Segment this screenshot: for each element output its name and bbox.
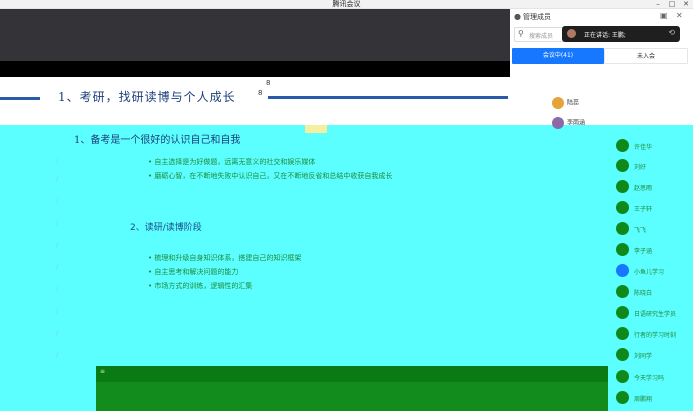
member-search-input[interactable]: ⚲ 搜索成员 xyxy=(514,27,564,42)
speaking-indicator: 正在讲话: 王鹏; ⟲ xyxy=(562,26,680,42)
margin-mark: / xyxy=(56,329,59,337)
margin-mark: / xyxy=(56,351,59,359)
member-name: 今天学习吗 xyxy=(634,375,665,382)
panel-header: ● 管理成员 ▣ ✕ xyxy=(510,9,693,23)
slide-bottom-banner: ≡ xyxy=(96,366,608,411)
member-row[interactable]: 陆蕊 xyxy=(552,97,579,109)
member-name: 陆蕊 xyxy=(567,99,580,107)
shared-screen-gap xyxy=(0,61,510,77)
search-icon: ⚲ xyxy=(518,29,524,38)
window-title: 腾讯会议 xyxy=(332,0,361,8)
avatar xyxy=(616,264,629,277)
avatar xyxy=(616,306,629,319)
member-name: 陈晓白 xyxy=(634,290,653,297)
search-placeholder: 搜索成员 xyxy=(529,33,554,40)
close-button[interactable]: ✕ xyxy=(679,0,693,9)
minimize-button[interactable]: – xyxy=(651,0,665,9)
margin-mark: / xyxy=(56,219,59,227)
bullet-item: • 自主思考和解决问题的能力 xyxy=(148,268,239,276)
member-name: 王子轩 xyxy=(634,206,653,213)
bullet-item: • 磨砺心智，在不断地失败中认识自己，又在不断地反省和总结中收获自我成长 xyxy=(148,172,393,180)
tab-not-joined[interactable]: 未入会 xyxy=(604,48,688,64)
margin-mark: / xyxy=(56,197,59,205)
avatar xyxy=(616,159,629,172)
avatar xyxy=(616,201,629,214)
avatar xyxy=(552,117,564,129)
close-panel-icon[interactable]: ✕ xyxy=(676,11,683,20)
member-name: 飞飞 xyxy=(634,227,647,234)
member-name: 刘好 xyxy=(634,164,647,171)
member-name: 日语研究生学员 xyxy=(634,311,677,318)
avatar xyxy=(616,370,629,383)
member-name: 行者的学习时刻 xyxy=(634,332,677,339)
margin-mark: / xyxy=(56,263,59,271)
popout-icon[interactable]: ▣ xyxy=(660,11,668,20)
avatar xyxy=(616,180,629,193)
avatar xyxy=(616,327,629,340)
highlight-tag xyxy=(305,125,327,133)
slide-title-rule-left xyxy=(0,97,40,100)
avatar xyxy=(616,348,629,361)
member-name: 周鹏翔 xyxy=(634,396,653,403)
member-name: 赵思雨 xyxy=(634,185,653,192)
slide-title-mark: 8 xyxy=(266,79,271,87)
speaking-text: 正在讲话: 王鹏; xyxy=(584,32,626,39)
panel-title: 管理成员 xyxy=(523,13,551,21)
avatar xyxy=(616,222,629,235)
slide-title-rule-right xyxy=(268,96,508,99)
margin-mark: / xyxy=(56,307,59,315)
maximize-button[interactable]: □ xyxy=(665,0,679,9)
avatar xyxy=(616,391,629,404)
avatar xyxy=(616,243,629,256)
margin-mark: / xyxy=(56,157,59,165)
title-bar: 腾讯会议 – □ ✕ xyxy=(0,0,693,9)
banner-strip xyxy=(96,366,608,382)
shared-screen-dark-area xyxy=(0,9,510,61)
margin-mark: / xyxy=(56,175,59,183)
slide-subtitle: 1、备考是一个很好的认识自己和自我 xyxy=(74,135,241,146)
avatar xyxy=(616,285,629,298)
member-name: 刘同学 xyxy=(634,353,653,360)
margin-mark: / xyxy=(56,285,59,293)
bullet-item: • 自主选择是为好做题，远离无意义的社交和娱乐媒体 xyxy=(148,158,316,166)
member-name: 李雨涵 xyxy=(567,119,586,127)
avatar xyxy=(616,139,629,152)
avatar xyxy=(567,29,576,38)
member-name: 小鱼儿学习 xyxy=(634,269,665,276)
shared-slide: 1、考研，找研读博与个人成长 8 8 1、备考是一个很好的认识自己和自我 • 自… xyxy=(0,77,693,411)
collapse-icon[interactable]: ⟲ xyxy=(668,28,675,37)
user-icon: ● xyxy=(514,12,521,21)
slide-title: 1、考研，找研读博与个人成长 xyxy=(58,90,236,104)
tab-in-meeting[interactable]: 会议中(41) xyxy=(512,48,604,64)
member-name: 李子涵 xyxy=(634,248,653,255)
margin-mark: / xyxy=(56,241,59,249)
bullet-item: • 市场方式的训练，逻辑性的汇集 xyxy=(148,282,253,290)
avatar xyxy=(552,97,564,109)
banner-mark: ≡ xyxy=(100,368,106,375)
slide-title-mark: 8 xyxy=(258,89,263,97)
member-name: 许佳华 xyxy=(634,144,653,151)
section-heading: 2、读研/读博阶段 xyxy=(130,223,202,233)
bullet-item: • 梳理和升级自身知识体系，搭建自己的知识框架 xyxy=(148,254,302,262)
member-row[interactable]: 李雨涵 xyxy=(552,117,585,129)
